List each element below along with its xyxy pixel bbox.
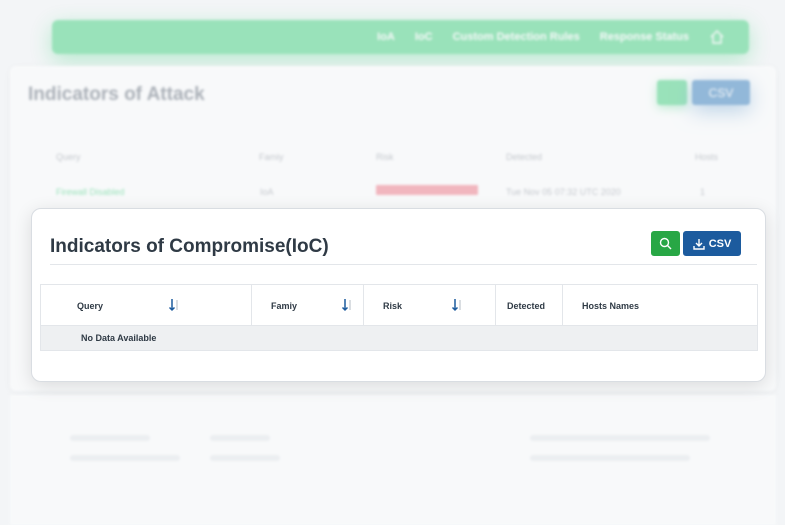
column-header-hosts-names: Hosts Names bbox=[563, 285, 757, 326]
column-label-family: Famiy bbox=[271, 300, 298, 311]
csv-label: CSV bbox=[708, 237, 732, 250]
empty-state-message: No Data Available bbox=[81, 333, 157, 343]
column-header-query[interactable]: Query bbox=[41, 285, 252, 326]
search-button[interactable] bbox=[651, 231, 680, 256]
sort-icon[interactable] bbox=[168, 298, 180, 312]
ioa-search-button[interactable] bbox=[657, 80, 687, 105]
nav-link-ioa[interactable]: IoA bbox=[377, 31, 395, 43]
download-icon bbox=[692, 238, 705, 250]
ioa-col-risk[interactable]: Risk bbox=[376, 152, 394, 162]
nav-link-response-status[interactable]: Response Status bbox=[600, 31, 689, 43]
csv-download-button[interactable]: CSV bbox=[683, 231, 741, 256]
ioa-row-detected: Tue Nov 05 07:32 UTC 2020 bbox=[506, 187, 621, 197]
ioa-row-query[interactable]: Firewall Disabled bbox=[56, 187, 125, 197]
ioa-col-query[interactable]: Query bbox=[56, 152, 81, 162]
top-navbar: IoA IoC Custom Detection Rules Response … bbox=[52, 20, 749, 54]
modal-divider bbox=[50, 264, 757, 265]
column-header-family[interactable]: Famiy bbox=[252, 285, 364, 326]
column-label-hosts-names: Hosts Names bbox=[582, 300, 640, 311]
sort-icon[interactable] bbox=[451, 298, 463, 312]
sort-icon[interactable] bbox=[341, 298, 353, 312]
ioa-title: Indicators of Attack bbox=[28, 84, 205, 105]
ioa-row-hosts: 1 bbox=[700, 187, 706, 197]
search-icon bbox=[659, 237, 672, 250]
table-header: Query Famiy Risk Detected Hosts Names bbox=[41, 285, 757, 326]
table-body: No Data Available bbox=[41, 326, 757, 350]
ioc-modal: Indicators of Compromise(IoC) CSV Query … bbox=[31, 208, 766, 382]
nav-link-custom-detection-rules[interactable]: Custom Detection Rules bbox=[453, 31, 580, 43]
home-icon[interactable] bbox=[709, 29, 725, 45]
ioa-csv-button[interactable]: CSV bbox=[692, 80, 750, 105]
column-header-risk[interactable]: Risk bbox=[364, 285, 496, 326]
lower-section bbox=[10, 395, 776, 525]
ioa-row-family: IoA bbox=[260, 187, 274, 197]
column-label-risk: Risk bbox=[383, 300, 403, 311]
ioa-col-hosts: Hosts bbox=[695, 152, 719, 162]
column-header-detected: Detected bbox=[496, 285, 563, 326]
modal-title: Indicators of Compromise(IoC) bbox=[50, 236, 329, 257]
ioa-col-detected: Detected bbox=[506, 152, 543, 162]
nav-link-ioc[interactable]: IoC bbox=[415, 31, 433, 43]
column-label-detected: Detected bbox=[507, 300, 546, 311]
ioa-csv-label: CSV bbox=[708, 85, 734, 100]
ioa-col-family[interactable]: Famiy bbox=[259, 152, 284, 162]
ioa-row-risk-bar bbox=[376, 185, 478, 195]
column-label-query: Query bbox=[77, 300, 104, 311]
ioc-table: Query Famiy Risk Detected Hosts Names No… bbox=[40, 284, 758, 351]
